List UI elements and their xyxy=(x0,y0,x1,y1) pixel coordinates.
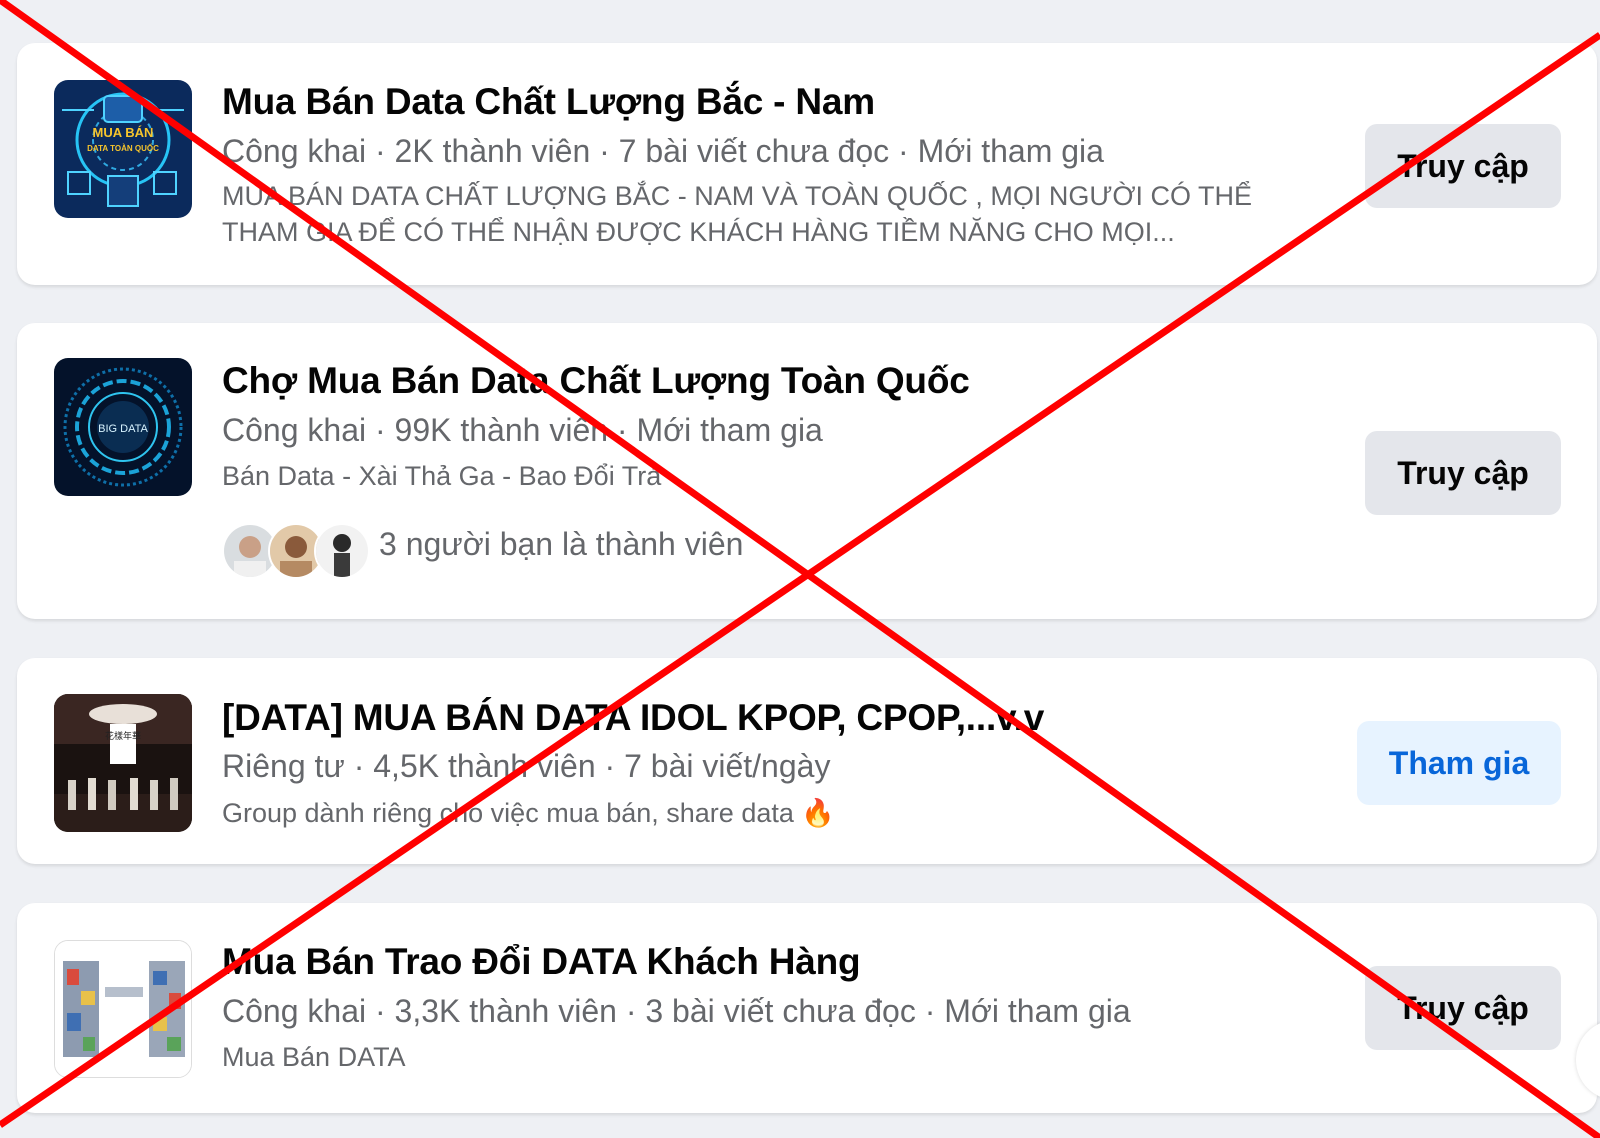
thumb-text-hyyh: 花樣年華 xyxy=(105,730,141,742)
group-card-2[interactable]: BIG DATA Chợ Mua Bán Data Chất Lượng Toà… xyxy=(17,323,1597,619)
group-card-1[interactable]: MUA BÁN DATA TOÀN QUỐC Mua Bán Data Chất… xyxy=(17,43,1597,285)
group-thumbnail[interactable]: 花樣年華 xyxy=(54,694,192,832)
description-line: MUA BÁN DATA CHẤT LƯỢNG BẮC - NAM VÀ TOÀ… xyxy=(222,181,1253,211)
group-meta: Riêng tư · 4,5K thành viên · 7 bài viết/… xyxy=(222,748,831,784)
join-button[interactable]: Tham gia xyxy=(1357,721,1561,805)
group-title[interactable]: [DATA] MUA BÁN DATA IDOL KPOP, CPOP,...v… xyxy=(222,697,1044,739)
description-line: THAM GIA ĐỂ CÓ THỂ NHẬN ĐƯỢC KHÁCH HÀNG … xyxy=(222,217,1175,247)
friend-avatars[interactable] xyxy=(222,523,372,579)
group-card-4[interactable]: Mua Bán Trao Đổi DATA Khách Hàng Công kh… xyxy=(17,903,1597,1113)
group-meta: Công khai · 2K thành viên · 7 bài viết c… xyxy=(222,133,1104,169)
group-meta: Công khai · 99K thành viên · Mới tham gi… xyxy=(222,412,823,448)
thumb-text-big-data: BIG DATA xyxy=(98,423,148,435)
group-card-3[interactable]: 花樣年華 [DATA] MUA BÁN DATA IDOL KPOP, CPOP… xyxy=(17,658,1597,864)
visit-button[interactable]: Truy cập xyxy=(1365,966,1561,1050)
group-description: Bán Data - Xài Thả Ga - Bao Đổi Trả xyxy=(222,461,662,491)
group-title[interactable]: Mua Bán Trao Đổi DATA Khách Hàng xyxy=(222,941,861,983)
group-thumbnail[interactable]: BIG DATA xyxy=(54,358,192,496)
group-description: Group dành riêng cho việc mua bán, share… xyxy=(222,798,835,828)
friends-member-text: 3 người bạn là thành viên xyxy=(379,526,744,562)
thumb-text-mua-ban: MUA BÁN xyxy=(93,125,154,140)
group-title[interactable]: Mua Bán Data Chất Lượng Bắc - Nam xyxy=(222,81,875,123)
group-title[interactable]: Chợ Mua Bán Data Chất Lượng Toàn Quốc xyxy=(222,360,970,402)
thumb-text-data-toan-quoc: DATA TOÀN QUỐC xyxy=(87,143,159,153)
group-thumbnail[interactable]: MUA BÁN DATA TOÀN QUỐC xyxy=(54,80,192,218)
group-description: MUA BÁN DATA CHẤT LƯỢNG BẮC - NAM VÀ TOÀ… xyxy=(222,178,1252,250)
visit-button[interactable]: Truy cập xyxy=(1365,431,1561,515)
group-description: Mua Bán DATA xyxy=(222,1042,406,1072)
visit-button[interactable]: Truy cập xyxy=(1365,124,1561,208)
friend-avatar[interactable] xyxy=(314,523,370,579)
group-thumbnail[interactable] xyxy=(54,940,192,1078)
group-meta: Công khai · 3,3K thành viên · 3 bài viết… xyxy=(222,993,1131,1029)
